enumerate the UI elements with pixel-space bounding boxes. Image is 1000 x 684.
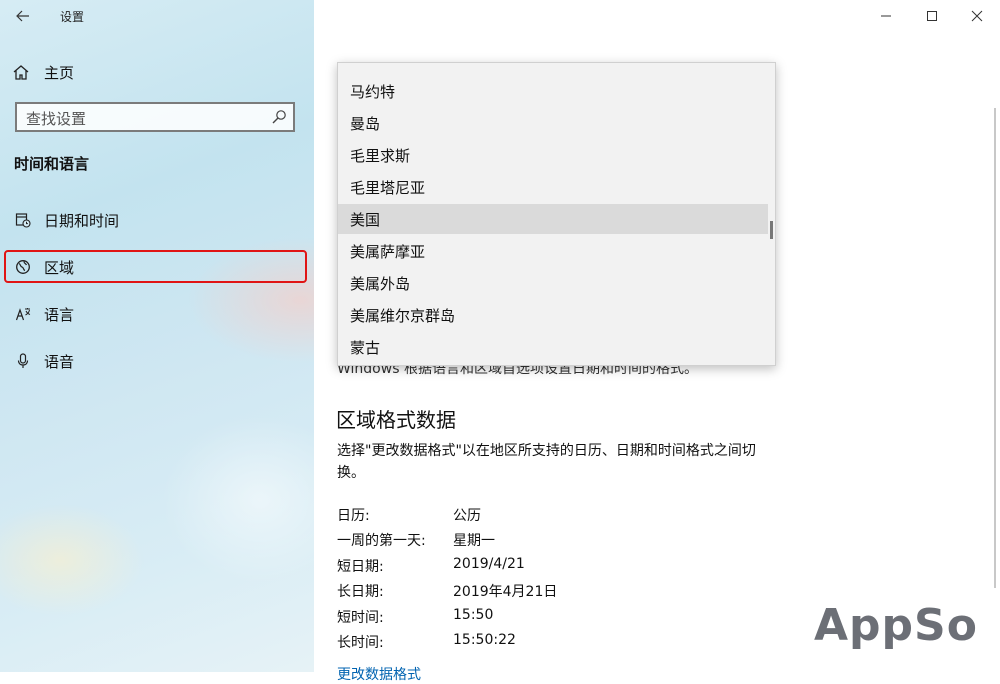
minimize-button[interactable] bbox=[863, 4, 909, 28]
minimize-icon bbox=[881, 15, 891, 17]
sidebar-item-date-time[interactable]: 日期和时间 bbox=[0, 203, 314, 237]
format-row-value: 15:50:22 bbox=[453, 632, 516, 648]
country-option-selected[interactable]: 美国 bbox=[338, 204, 768, 234]
format-row-key: 短时间: bbox=[337, 610, 384, 626]
sidebar: 设置 主页 查找设置 时间和语言 日期和时间 区域 语言 语音 bbox=[0, 0, 314, 672]
maximize-button[interactable] bbox=[909, 4, 955, 28]
close-icon bbox=[971, 10, 983, 22]
back-arrow-icon bbox=[16, 10, 29, 22]
format-section-description: 选择"更改数据格式"以在地区所支持的日历、日期和时间格式之间切换。 bbox=[337, 443, 756, 481]
format-row-key: 短日期: bbox=[337, 559, 384, 575]
app-title: 设置 bbox=[60, 10, 85, 24]
country-option[interactable]: 毛里塔尼亚 bbox=[338, 172, 768, 202]
sidebar-item-home[interactable]: 主页 bbox=[12, 58, 74, 86]
change-data-format-link[interactable]: 更改数据格式 bbox=[337, 664, 421, 684]
sidebar-item-label: 语言 bbox=[44, 305, 75, 324]
clock-calendar-icon bbox=[14, 212, 32, 228]
country-option[interactable]: 蒙古 bbox=[338, 332, 768, 362]
watermark-logo: AppSo bbox=[814, 600, 978, 651]
dropdown-scrollbar[interactable] bbox=[770, 221, 773, 239]
sidebar-item-label: 主页 bbox=[44, 63, 75, 82]
section-title: 时间和语言 bbox=[14, 155, 90, 173]
country-option[interactable]: 毛里求斯 bbox=[338, 140, 768, 170]
format-row-value: 2019年4月21日 bbox=[453, 584, 558, 600]
main-scrollbar[interactable] bbox=[994, 108, 996, 588]
country-option[interactable]: 马约特 bbox=[338, 76, 768, 106]
format-section-heading: 区域格式数据 bbox=[336, 408, 456, 432]
sidebar-item-label: 语音 bbox=[44, 352, 75, 371]
search-icon[interactable] bbox=[271, 109, 287, 125]
country-option[interactable]: 美属外岛 bbox=[338, 268, 768, 298]
search-input[interactable]: 查找设置 bbox=[15, 102, 295, 132]
format-row-value: 公历 bbox=[453, 508, 481, 524]
language-icon bbox=[14, 306, 32, 322]
format-row-value: 星期一 bbox=[453, 533, 495, 549]
sidebar-item-label: 日期和时间 bbox=[44, 211, 120, 230]
format-row-value: 2019/4/21 bbox=[453, 556, 525, 572]
sidebar-item-speech[interactable]: 语音 bbox=[0, 344, 314, 378]
maximize-icon bbox=[927, 11, 937, 21]
country-option[interactable]: 曼岛 bbox=[338, 108, 768, 138]
format-row-value: 15:50 bbox=[453, 607, 494, 623]
microphone-icon bbox=[14, 353, 32, 369]
close-button[interactable] bbox=[954, 4, 1000, 28]
search-placeholder: 查找设置 bbox=[26, 110, 87, 128]
country-option[interactable]: 美属维尔京群岛 bbox=[338, 300, 768, 330]
sidebar-item-language[interactable]: 语言 bbox=[0, 297, 314, 331]
back-button[interactable] bbox=[10, 4, 36, 28]
format-row-key: 日历: bbox=[337, 508, 370, 524]
format-row-key: 长时间: bbox=[337, 635, 384, 651]
country-dropdown-list[interactable]: 马约特 曼岛 毛里求斯 毛里塔尼亚 美国 美属萨摩亚 美属外岛 美属维尔京群岛 … bbox=[337, 62, 776, 366]
selection-highlight-box bbox=[4, 250, 307, 283]
format-row-key: 一周的第一天: bbox=[337, 533, 426, 549]
home-icon bbox=[13, 65, 29, 80]
format-row-key: 长日期: bbox=[337, 584, 384, 600]
country-option[interactable]: 美属萨摩亚 bbox=[338, 236, 768, 266]
